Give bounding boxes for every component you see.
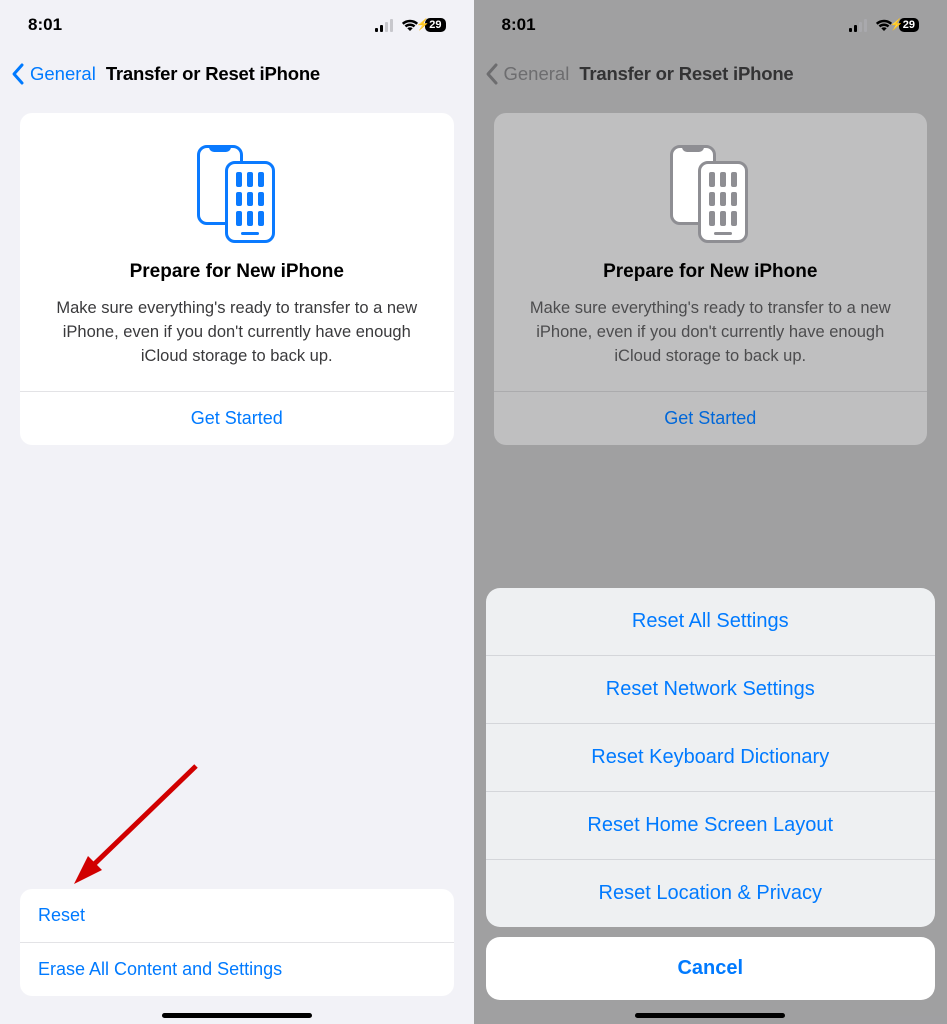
back-chevron-icon <box>484 62 500 86</box>
cancel-button[interactable]: Cancel <box>486 937 936 1000</box>
cellular-icon <box>375 19 395 32</box>
get-started-button[interactable]: Get Started <box>20 391 454 445</box>
status-time: 8:01 <box>28 15 62 35</box>
reset-location-privacy-option[interactable]: Reset Location & Privacy <box>486 859 936 927</box>
cellular-icon <box>849 19 869 32</box>
screen-left: 8:01 29 General Transfer or Reset iPhone… <box>0 0 474 1024</box>
card-body: Make sure everything's ready to transfer… <box>20 297 454 391</box>
devices-icon <box>494 145 928 243</box>
prepare-card: Prepare for New iPhone Make sure everyth… <box>20 113 454 445</box>
page-title: Transfer or Reset iPhone <box>579 63 793 85</box>
reset-network-settings-option[interactable]: Reset Network Settings <box>486 655 936 723</box>
get-started-button: Get Started <box>494 391 928 445</box>
devices-icon <box>20 145 454 243</box>
home-indicator[interactable] <box>162 1013 312 1018</box>
prepare-card: Prepare for New iPhone Make sure everyth… <box>494 113 928 445</box>
back-chevron-icon[interactable] <box>10 62 26 86</box>
nav-header: General Transfer or Reset iPhone <box>0 50 474 98</box>
back-label: General <box>504 63 570 85</box>
battery-icon: 29 <box>899 18 919 32</box>
status-time: 8:01 <box>502 15 536 35</box>
card-title: Prepare for New iPhone <box>20 261 454 283</box>
erase-row[interactable]: Erase All Content and Settings <box>20 942 454 996</box>
action-sheet: Reset All Settings Reset Network Setting… <box>486 588 936 1000</box>
status-icons: 29 <box>375 18 445 32</box>
reset-row[interactable]: Reset <box>20 889 454 942</box>
home-indicator[interactable] <box>635 1013 785 1018</box>
status-icons: 29 <box>849 18 919 32</box>
status-bar: 8:01 29 <box>0 0 474 50</box>
status-bar: 8:01 29 <box>474 0 947 50</box>
reset-options-list: Reset Erase All Content and Settings <box>20 889 454 996</box>
card-title: Prepare for New iPhone <box>494 261 928 283</box>
reset-keyboard-dictionary-option[interactable]: Reset Keyboard Dictionary <box>486 723 936 791</box>
nav-header: General Transfer or Reset iPhone <box>474 50 947 98</box>
battery-icon: 29 <box>425 18 445 32</box>
reset-all-settings-option[interactable]: Reset All Settings <box>486 588 936 655</box>
reset-home-screen-layout-option[interactable]: Reset Home Screen Layout <box>486 791 936 859</box>
page-title: Transfer or Reset iPhone <box>106 63 320 85</box>
screen-right: 8:01 29 General Transfer or Reset iPhone… <box>474 0 947 1024</box>
back-label[interactable]: General <box>30 63 96 85</box>
card-body: Make sure everything's ready to transfer… <box>494 297 928 391</box>
